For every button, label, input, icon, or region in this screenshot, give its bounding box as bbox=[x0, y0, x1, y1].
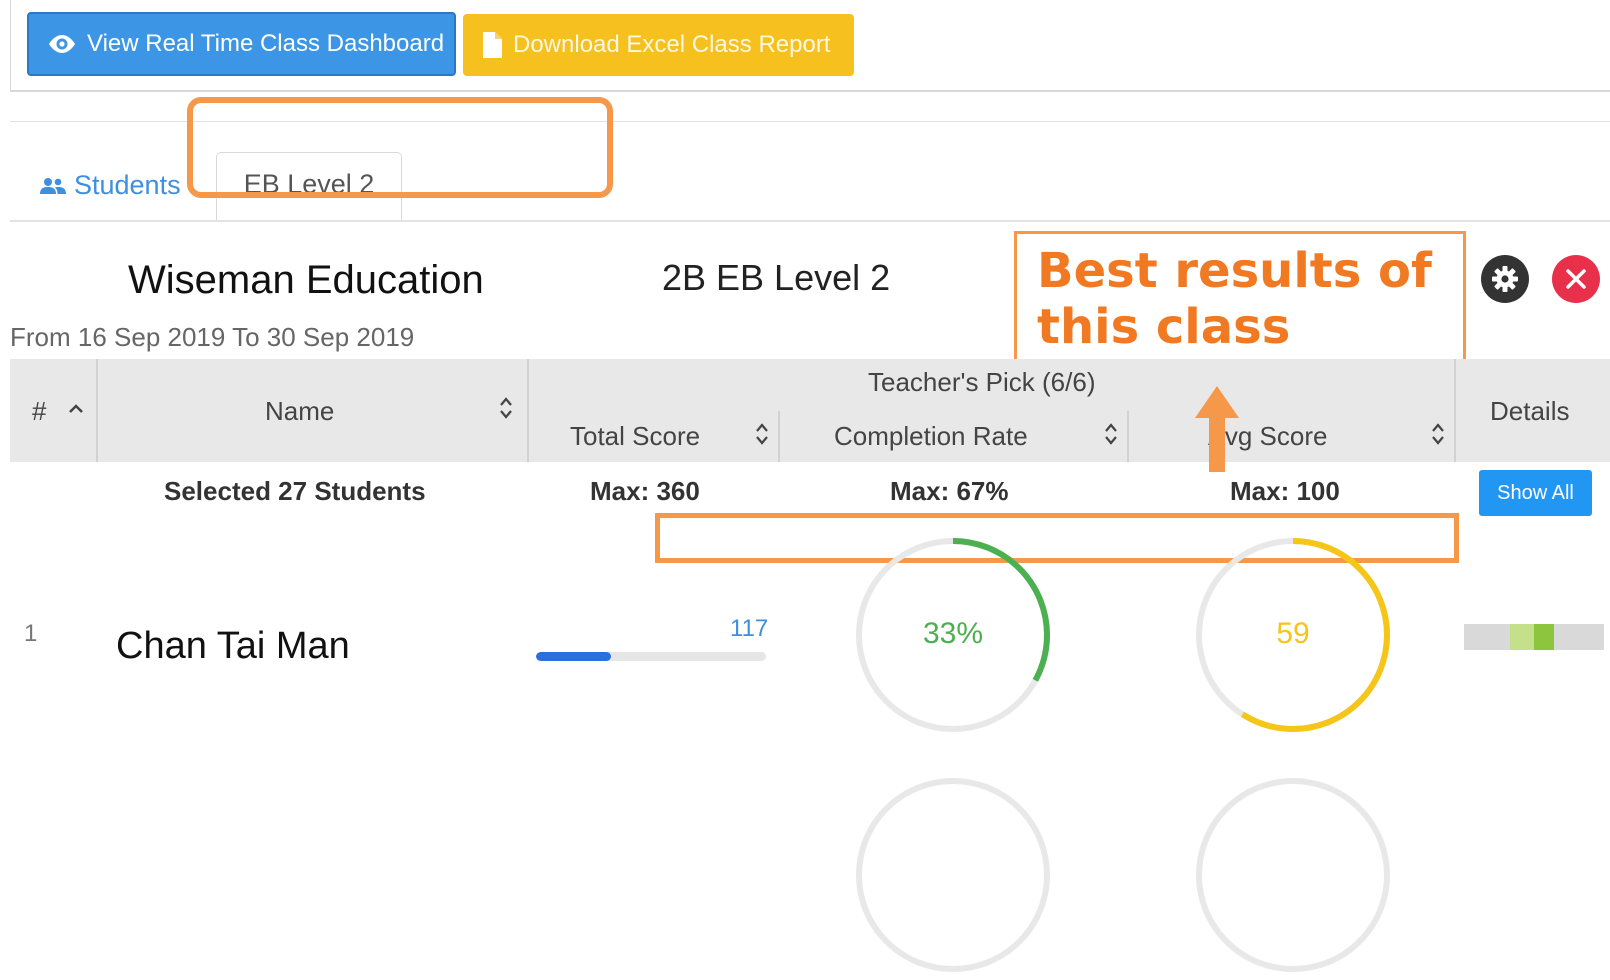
completion-rate-ring: 33% bbox=[853, 535, 1053, 735]
sort-icon[interactable] bbox=[1431, 421, 1445, 447]
sort-icon[interactable] bbox=[755, 421, 769, 447]
selected-students-count: Selected 27 Students bbox=[164, 476, 426, 506]
close-button[interactable] bbox=[1552, 255, 1600, 303]
details-segment bbox=[1464, 624, 1510, 650]
organization-name: Wiseman Education bbox=[128, 258, 484, 302]
max-avg-score: Max: 100 bbox=[1230, 476, 1340, 506]
total-score-bar-fill bbox=[536, 652, 611, 661]
download-report-button[interactable]: Download Excel Class Report bbox=[463, 14, 854, 76]
details-segment bbox=[1554, 624, 1604, 650]
arrow-up-annotation bbox=[1192, 384, 1242, 479]
gear-icon bbox=[1490, 264, 1520, 294]
max-completion-rate: Max: 67% bbox=[890, 476, 1009, 506]
total-score-bar bbox=[536, 652, 766, 661]
avg-score-ring-next bbox=[1193, 775, 1393, 975]
tab-students-label: Students bbox=[74, 170, 181, 200]
class-name: 2B EB Level 2 bbox=[662, 257, 891, 298]
details-segment bbox=[1534, 624, 1554, 650]
toolbar: View Real Time Class Dashboard Download … bbox=[10, 0, 1610, 92]
settings-button[interactable] bbox=[1481, 255, 1529, 303]
header-divider bbox=[96, 359, 98, 462]
download-report-label: Download Excel Class Report bbox=[513, 31, 831, 58]
row-number: 1 bbox=[24, 620, 38, 647]
tab-highlight-annotation bbox=[187, 97, 613, 198]
view-dashboard-button[interactable]: View Real Time Class Dashboard bbox=[27, 12, 456, 76]
chevron-up-icon[interactable] bbox=[68, 402, 84, 414]
header-divider bbox=[1454, 359, 1456, 462]
callout-line-1: Best results of bbox=[1037, 243, 1432, 299]
total-score-value: 117 bbox=[730, 615, 769, 642]
date-range: From 16 Sep 2019 To 30 Sep 2019 bbox=[10, 322, 415, 352]
eye-icon bbox=[47, 33, 77, 55]
file-icon bbox=[481, 31, 503, 59]
avg-score-value: 59 bbox=[1276, 617, 1310, 650]
student-name[interactable]: Chan Tai Man bbox=[116, 625, 350, 668]
column-header-completion-rate[interactable]: Completion Rate bbox=[834, 421, 1028, 452]
tabs-bottom-divider bbox=[10, 220, 1610, 222]
details-progress-strip[interactable] bbox=[1464, 624, 1604, 650]
close-icon bbox=[1563, 266, 1589, 292]
users-icon bbox=[40, 177, 66, 195]
tab-students[interactable]: Students bbox=[40, 170, 181, 201]
column-header-total-score[interactable]: Total Score bbox=[570, 421, 700, 452]
sort-icon[interactable] bbox=[499, 395, 513, 421]
column-header-name[interactable]: Name bbox=[265, 396, 334, 427]
view-dashboard-label: View Real Time Class Dashboard bbox=[87, 30, 445, 57]
completion-rate-ring-next bbox=[853, 775, 1053, 975]
show-all-button[interactable]: Show All bbox=[1479, 470, 1592, 516]
header-divider bbox=[778, 411, 780, 462]
sort-icon[interactable] bbox=[1104, 421, 1118, 447]
max-total-score: Max: 360 bbox=[590, 476, 700, 506]
header-divider bbox=[1127, 411, 1129, 462]
best-results-callout: Best results of this class bbox=[1014, 231, 1466, 362]
column-group-teachers-pick: Teacher's Pick (6/6) bbox=[868, 367, 1096, 397]
avg-score-ring: 59 bbox=[1193, 535, 1393, 735]
column-header-number[interactable]: # bbox=[32, 396, 46, 427]
column-header-details: Details bbox=[1490, 396, 1570, 426]
header-divider bbox=[527, 359, 529, 462]
table-header: # Name Teacher's Pick (6/6) Total Score … bbox=[10, 359, 1610, 462]
details-segment bbox=[1510, 624, 1534, 650]
completion-rate-value: 33% bbox=[922, 617, 984, 650]
callout-line-2: this class bbox=[1037, 299, 1291, 355]
